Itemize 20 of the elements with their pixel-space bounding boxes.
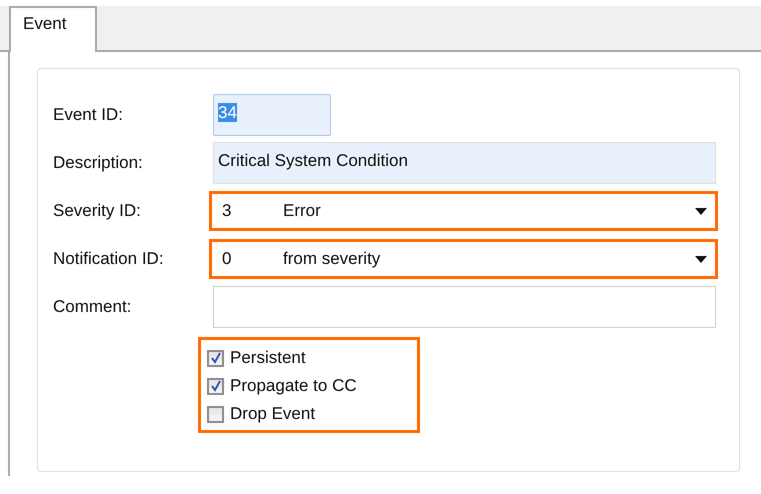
tab[interactable]: Event: [9, 6, 97, 52]
checkbox-label: Drop Event: [230, 404, 316, 424]
field-label: Event ID:: [53, 105, 124, 125]
input-field[interactable]: [213, 286, 716, 328]
checkbox[interactable]: [207, 406, 224, 422]
caret-icon: [695, 208, 707, 214]
dropdown-code: 0: [222, 249, 232, 269]
field-label: Severity ID:: [53, 201, 142, 221]
dropdown-code: 3: [222, 201, 232, 221]
checkbox[interactable]: [207, 350, 224, 366]
dropdown-value: Error: [283, 201, 322, 221]
dropdown-value: from severity: [283, 249, 382, 269]
caret-icon: [695, 256, 707, 262]
field-label: Description:: [53, 153, 144, 173]
checkbox-label: Persistent: [230, 348, 306, 368]
checkbox[interactable]: [207, 378, 224, 394]
checkbox-label: Propagate to CC: [230, 376, 357, 396]
description-field[interactable]: Critical System Condition: [213, 142, 716, 184]
field-label: Comment:: [53, 297, 132, 317]
field-label: Notification ID:: [53, 249, 165, 269]
